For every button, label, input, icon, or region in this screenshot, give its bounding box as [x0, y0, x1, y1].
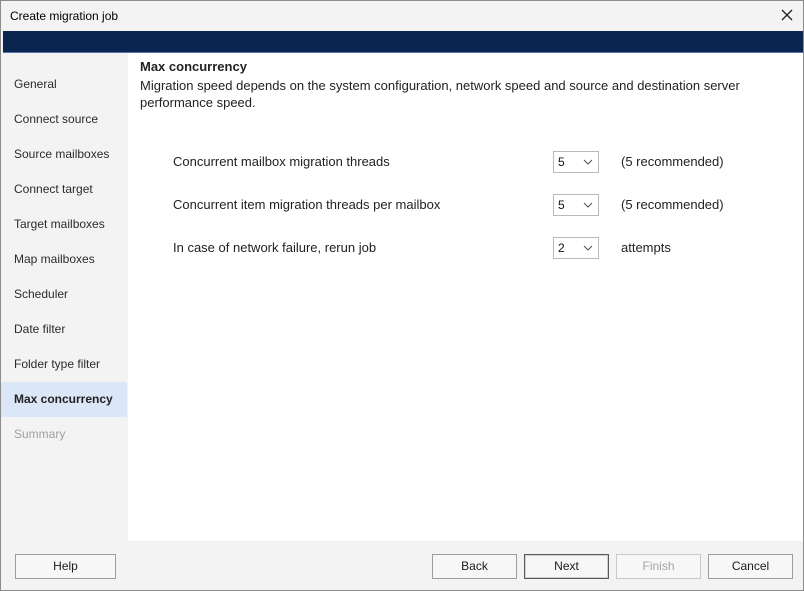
page-description: Migration speed depends on the system co…	[140, 78, 740, 110]
page-title: Max concurrency	[140, 59, 247, 74]
rerun-attempts-select[interactable]: 2	[553, 237, 599, 259]
title-bar: Create migration job	[1, 1, 803, 31]
help-button[interactable]: Help	[15, 554, 116, 579]
mailbox-threads-note: (5 recommended)	[621, 154, 724, 169]
sidebar-item-connect-target[interactable]: Connect target	[1, 172, 127, 207]
back-button[interactable]: Back	[432, 554, 517, 579]
sidebar-item-general[interactable]: General	[1, 67, 127, 102]
item-threads-value: 5	[558, 198, 565, 212]
wizard-steps-sidebar: General Connect source Source mailboxes …	[1, 53, 127, 541]
rerun-attempts-value: 2	[558, 241, 565, 255]
mailbox-threads-value: 5	[558, 155, 565, 169]
rerun-attempts-note: attempts	[621, 240, 671, 255]
cancel-button[interactable]: Cancel	[708, 554, 793, 579]
chevron-down-icon	[583, 245, 593, 251]
sidebar-item-connect-source[interactable]: Connect source	[1, 102, 127, 137]
close-button[interactable]	[779, 7, 795, 23]
mailbox-threads-label: Concurrent mailbox migration threads	[173, 154, 390, 169]
window-title: Create migration job	[10, 9, 119, 23]
mailbox-threads-select[interactable]: 5	[553, 151, 599, 173]
sidebar-item-folder-type-filter[interactable]: Folder type filter	[1, 347, 127, 382]
header-banner	[3, 31, 803, 53]
sidebar-item-summary: Summary	[14, 427, 66, 441]
item-threads-note: (5 recommended)	[621, 197, 724, 212]
dialog-window: Create migration job General Connect sou…	[0, 0, 804, 591]
next-button[interactable]: Next	[524, 554, 609, 579]
close-icon	[781, 9, 793, 21]
chevron-down-icon	[583, 202, 593, 208]
item-threads-label: Concurrent item migration threads per ma…	[173, 197, 441, 212]
item-threads-select[interactable]: 5	[553, 194, 599, 216]
sidebar-item-target-mailboxes[interactable]: Target mailboxes	[1, 207, 127, 242]
rerun-label: In case of network failure, rerun job	[173, 240, 377, 255]
main-panel: Max concurrency Migration speed depends …	[128, 53, 803, 541]
sidebar-item-map-mailboxes[interactable]: Map mailboxes	[1, 242, 127, 277]
sidebar-item-max-concurrency[interactable]: Max concurrency	[1, 382, 127, 417]
finish-button: Finish	[616, 554, 701, 579]
sidebar-item-date-filter[interactable]: Date filter	[1, 312, 127, 347]
sidebar-item-source-mailboxes[interactable]: Source mailboxes	[1, 137, 127, 172]
sidebar-item-scheduler[interactable]: Scheduler	[1, 277, 127, 312]
chevron-down-icon	[583, 159, 593, 165]
